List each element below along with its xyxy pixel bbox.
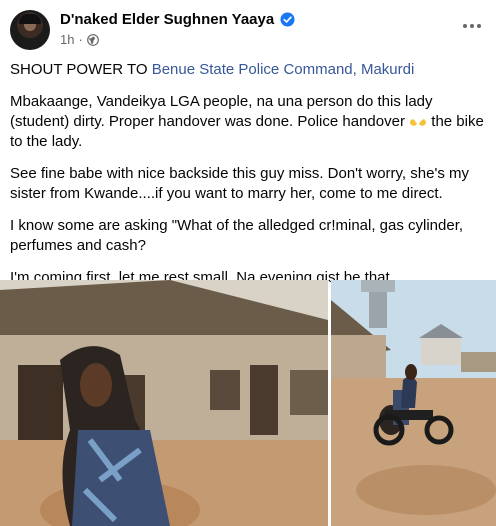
more-options-icon[interactable]: [460, 16, 484, 36]
open-hands-emoji-icon: [410, 119, 427, 126]
post-time[interactable]: 1h: [60, 32, 74, 47]
police-command-link[interactable]: Benue State Police Command, Makurdi: [152, 61, 415, 78]
post-paragraph-2: Mbakaange, Vandeikya LGA people, na una …: [10, 92, 486, 152]
meta-separator: ·: [78, 32, 83, 47]
paragraph-2-text: Mbakaange, Vandeikya LGA people, na una …: [10, 93, 433, 130]
verified-badge-icon: [280, 12, 295, 27]
globe-icon[interactable]: [86, 33, 99, 46]
post-line-1: SHOUT POWER TO Benue State Police Comman…: [10, 60, 486, 80]
post-paragraph-4: I know some are asking "What of the alle…: [10, 217, 464, 254]
author-avatar[interactable]: [10, 10, 50, 50]
shoutout-text: SHOUT POWER TO: [10, 61, 152, 78]
post-body: SHOUT POWER TO Benue State Police Comman…: [10, 60, 486, 300]
post-header: D'naked Elder Sughnen Yaaya 1h ·: [10, 10, 486, 54]
author-row: D'naked Elder Sughnen Yaaya: [60, 11, 295, 28]
post-paragraph-3: See fine babe with nice backside this gu…: [10, 165, 469, 202]
author-name[interactable]: D'naked Elder Sughnen Yaaya: [60, 11, 274, 28]
post-media: [0, 280, 496, 526]
post-meta: 1h ·: [60, 32, 99, 47]
photo-lady-at-building[interactable]: [0, 280, 328, 526]
photo-lady-on-motorbike[interactable]: [331, 280, 496, 526]
